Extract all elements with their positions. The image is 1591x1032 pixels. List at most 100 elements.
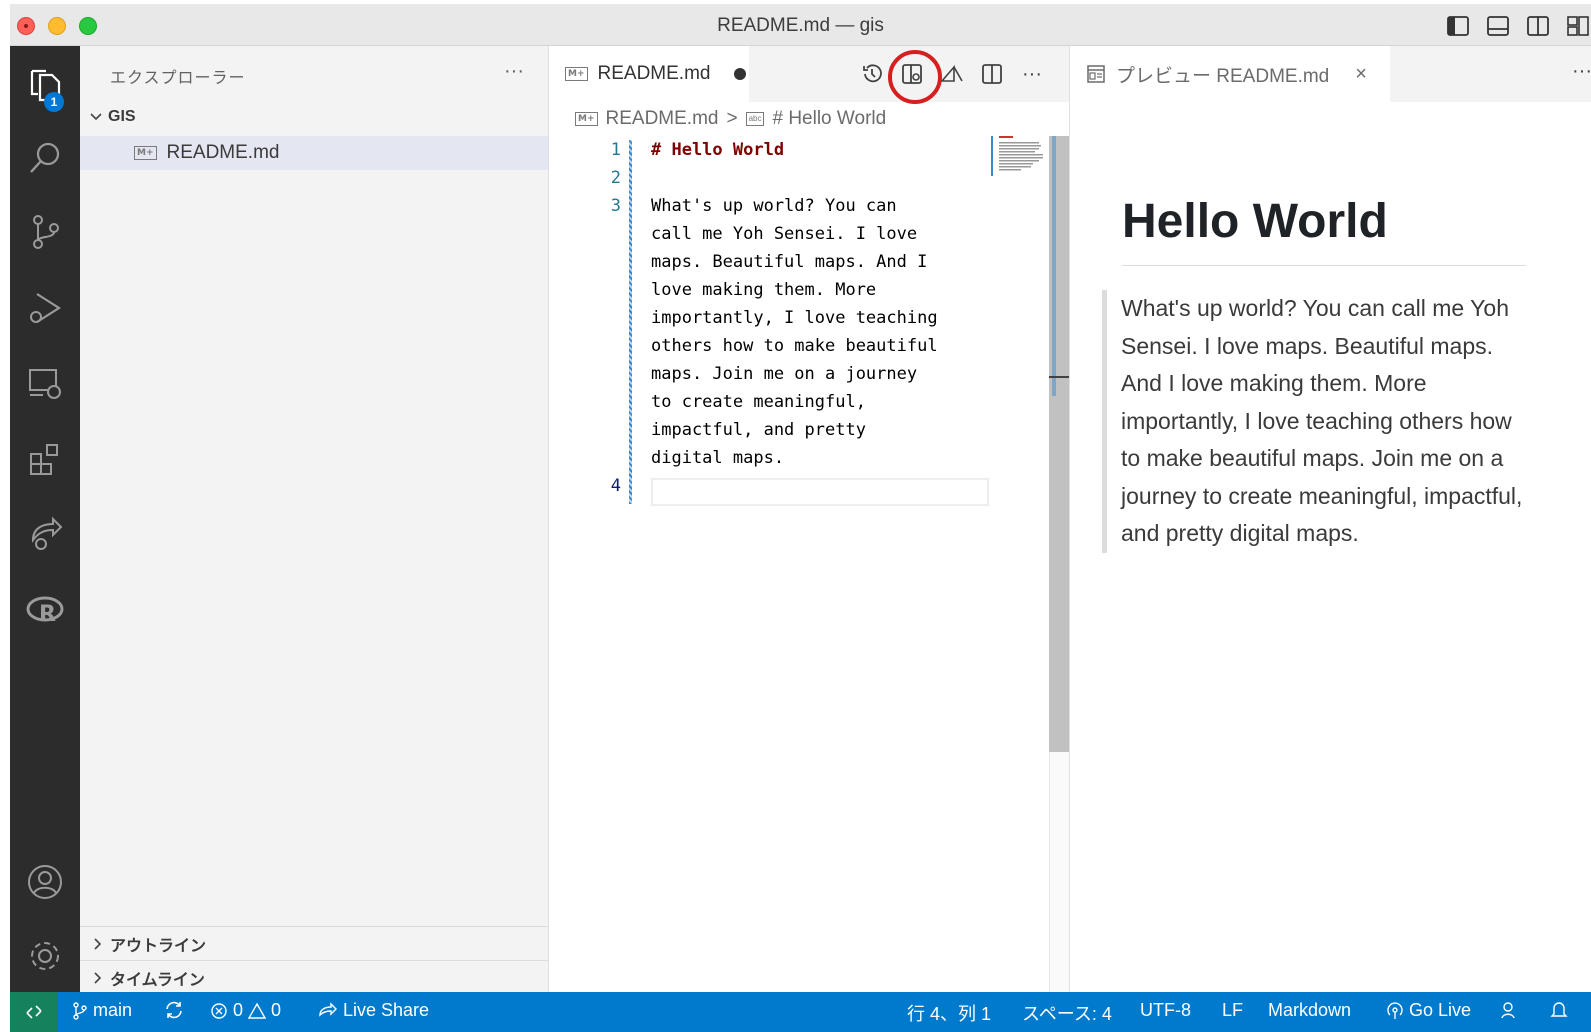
outline-label: アウトライン <box>110 937 207 955</box>
markdown-file-icon: M+ <box>134 146 157 160</box>
line-number: 4 <box>610 476 621 496</box>
remote-icon <box>26 1005 42 1019</box>
scrollbar-change-marker <box>1052 136 1056 396</box>
vscode-window: README.md — gis 1 R エクスプローラー ··· GIS M+ … <box>10 4 1591 1032</box>
code-line: impactful, and pretty <box>651 420 866 440</box>
settings-gear-icon[interactable] <box>10 926 80 986</box>
remote-indicator[interactable] <box>10 992 58 1032</box>
bell-icon <box>1550 1002 1568 1017</box>
source-control-icon[interactable] <box>10 202 80 262</box>
search-icon[interactable] <box>10 128 80 188</box>
close-tab-icon[interactable]: × <box>1355 63 1367 86</box>
title-bar: README.md — gis <box>10 4 1591 46</box>
timeline-history-icon[interactable] <box>859 61 885 87</box>
tab-readme[interactable]: M+ README.md <box>549 46 749 102</box>
window-title: README.md — gis <box>717 15 884 36</box>
feedback-button[interactable] <box>1500 1000 1520 1020</box>
live-share-icon <box>319 1001 337 1017</box>
chevron-right-icon <box>94 971 102 984</box>
chevron-down-icon <box>90 113 102 121</box>
remote-explorer-icon[interactable] <box>10 354 80 414</box>
preview-icon <box>1087 65 1105 83</box>
encoding[interactable]: UTF-8 <box>1140 1000 1191 1021</box>
breadcrumb-separator: > <box>726 108 738 129</box>
folder-label: GIS <box>108 108 136 125</box>
code-line: others how to make beautiful <box>651 336 938 356</box>
tab-preview-readme[interactable]: プレビュー README.md × <box>1070 46 1390 102</box>
customize-layout-icon[interactable] <box>1565 13 1591 39</box>
branch-label: main <box>93 1000 133 1020</box>
run-debug-icon[interactable] <box>10 278 80 338</box>
outline-section[interactable]: アウトライン <box>80 926 548 960</box>
code-line: # Hello World <box>651 140 785 160</box>
editor-more-button[interactable]: ··· <box>1019 61 1045 87</box>
minimap[interactable] <box>991 136 1047 176</box>
live-share-status[interactable]: Live Share <box>318 1000 429 1021</box>
branch-indicator[interactable]: main <box>72 1000 132 1021</box>
preview-heading: Hello World <box>1122 194 1526 266</box>
unsaved-dot-icon[interactable] <box>734 68 747 80</box>
broadcast-icon <box>1387 1001 1403 1019</box>
breadcrumb-file[interactable]: README.md <box>606 108 719 130</box>
go-live-label: Go Live <box>1409 1000 1472 1020</box>
editor-group-preview: プレビュー README.md × ··· Hello World What's… <box>1069 46 1591 992</box>
file-label: README.md <box>166 142 280 163</box>
explorer-badge: 1 <box>44 92 64 112</box>
warning-count: 0 <box>271 1000 282 1020</box>
sidebar-more-button[interactable]: ··· <box>504 60 524 83</box>
editor-group-source: M+ README.md ··· M+ README.md > abc # He… <box>549 46 1069 992</box>
code-line: digital maps. <box>651 448 785 468</box>
split-editor-icon[interactable] <box>979 61 1005 87</box>
editor-tab-bar: M+ README.md ··· <box>549 46 1069 104</box>
extensions-icon[interactable] <box>10 430 80 490</box>
highlight-annotation-ring <box>888 50 942 104</box>
string-symbol-icon: abc <box>745 112 765 126</box>
minimap-slider <box>991 136 993 176</box>
code-line: What's up world? You can <box>651 196 897 216</box>
line-number: 3 <box>610 196 621 216</box>
r-language-icon[interactable]: R <box>10 580 80 640</box>
accounts-icon[interactable] <box>10 852 80 912</box>
timeline-label: タイムライン <box>110 971 205 989</box>
current-line-highlight <box>651 478 989 506</box>
sidebar-title: エクスプローラー <box>110 70 246 87</box>
indentation[interactable]: スペース: 4 <box>1022 1000 1112 1026</box>
line-number: 2 <box>610 168 621 188</box>
code-line: importantly, I love teaching <box>651 308 938 328</box>
timeline-section[interactable]: タイムライン <box>80 960 548 994</box>
activity-bar: 1 R <box>10 46 80 992</box>
language-mode[interactable]: Markdown <box>1268 1000 1351 1021</box>
code-line: call me Yoh Sensei. I love <box>651 224 918 244</box>
file-readme[interactable]: M+ README.md <box>80 136 548 170</box>
error-icon <box>211 1002 227 1019</box>
warning-icon <box>248 1002 267 1019</box>
code-line: maps. Join me on a journey <box>651 364 918 384</box>
live-share-icon[interactable] <box>10 504 80 564</box>
tab-label: README.md <box>597 63 711 84</box>
compare-changes-icon[interactable] <box>939 61 965 87</box>
toggle-secondary-sidebar-icon[interactable] <box>1525 13 1551 39</box>
go-live-button[interactable]: Go Live <box>1386 1000 1471 1021</box>
cursor-position[interactable]: 行 4、列 1 <box>907 1000 991 1026</box>
folder-gis[interactable]: GIS <box>88 108 136 126</box>
explorer-sidebar: エクスプローラー ··· GIS M+ README.md アウトライン タイム… <box>80 46 549 992</box>
end-of-line[interactable]: LF <box>1222 1000 1243 1021</box>
sync-button[interactable] <box>164 1000 184 1020</box>
sync-icon <box>166 1001 182 1019</box>
preview-paragraph: What's up world? You can call me Yoh Sen… <box>1102 290 1526 553</box>
modified-gutter-indicator <box>629 140 632 504</box>
problems-indicator[interactable]: 0 0 <box>210 1000 281 1021</box>
preview-tab-label: プレビュー README.md <box>1116 65 1330 87</box>
toggle-panel-icon[interactable] <box>1485 13 1511 39</box>
breadcrumb-symbol[interactable]: # Hello World <box>772 108 886 130</box>
code-line: to create meaningful, <box>651 392 866 412</box>
error-count: 0 <box>233 1000 244 1020</box>
live-share-label: Live Share <box>343 1000 430 1020</box>
code-line: love making them. More <box>651 280 877 300</box>
layout-controls <box>1445 13 1591 39</box>
svg-text:R: R <box>39 602 56 625</box>
notifications-button[interactable] <box>1550 1000 1568 1020</box>
toggle-primary-sidebar-icon[interactable] <box>1445 13 1471 39</box>
explorer-icon[interactable]: 1 <box>10 56 80 116</box>
preview-more-button[interactable]: ··· <box>1572 60 1591 83</box>
